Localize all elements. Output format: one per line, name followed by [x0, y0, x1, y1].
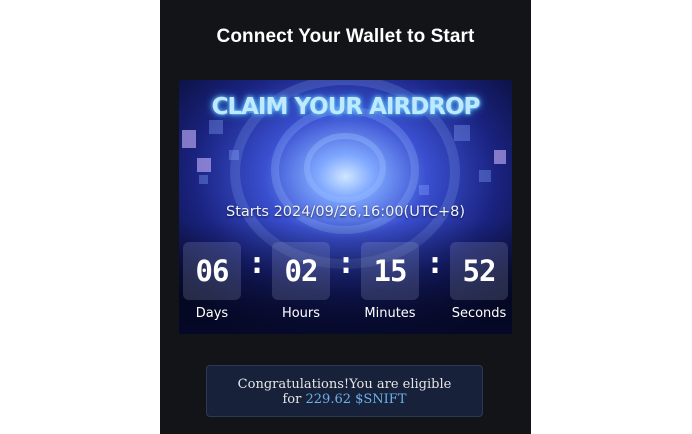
minutes-value: 15 [361, 242, 419, 300]
start-date-text: Starts 2024/09/26,16:00(UTC+8) [226, 204, 465, 220]
eligibility-amount-line: for 229.62 $SNIFT [207, 392, 482, 407]
connect-wallet-heading[interactable]: Connect Your Wallet to Start [160, 26, 531, 48]
countdown-seconds: 52 Seconds [450, 242, 508, 321]
days-label: Days [195, 306, 229, 321]
eligibility-line: Congratulations!You are eligible [237, 377, 452, 392]
separator-colon: : [336, 246, 356, 281]
amount-prefix: for [282, 392, 302, 407]
seconds-label: Seconds [451, 306, 507, 321]
hours-value: 02 [272, 242, 330, 300]
separator-colon: : [425, 246, 445, 281]
countdown-minutes: 15 Minutes [361, 242, 419, 321]
airdrop-panel: Connect Your Wallet to Start CLAIM YOUR … [160, 0, 531, 434]
airdrop-amount: 229.62 $SNIFT [305, 392, 407, 407]
airdrop-banner: CLAIM YOUR AIRDROP Starts 2024/09/26,16:… [179, 80, 512, 334]
countdown-timer: 06 Days : 02 Hours : 15 Minutes : 52 Sec… [179, 242, 512, 332]
countdown-hours: 02 Hours [272, 242, 330, 321]
claim-airdrop-title: CLAIM YOUR AIRDROP [211, 94, 481, 120]
separator-colon: : [247, 246, 267, 281]
minutes-label: Minutes [364, 306, 416, 321]
seconds-value: 52 [450, 242, 508, 300]
hours-label: Hours [281, 306, 321, 321]
eligibility-message: Congratulations!You are eligible for 229… [206, 365, 483, 417]
days-value: 06 [183, 242, 241, 300]
countdown-days: 06 Days [183, 242, 241, 321]
